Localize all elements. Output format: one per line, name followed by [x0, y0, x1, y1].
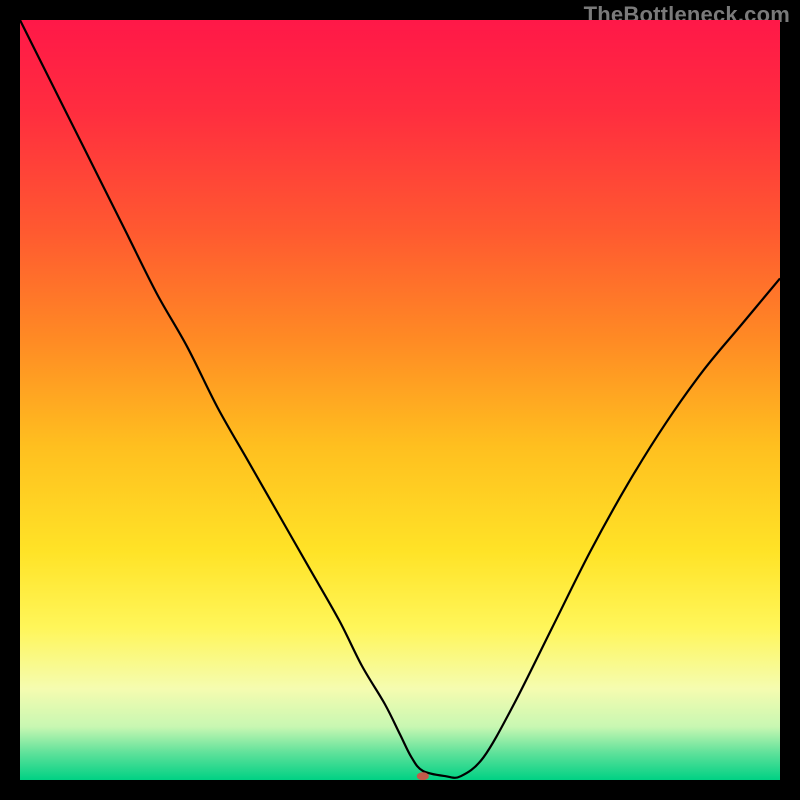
plot-area	[20, 20, 780, 780]
chart-svg	[20, 20, 780, 780]
gradient-background	[20, 20, 780, 780]
optimum-marker	[417, 772, 429, 780]
chart-frame: TheBottleneck.com	[0, 0, 800, 800]
